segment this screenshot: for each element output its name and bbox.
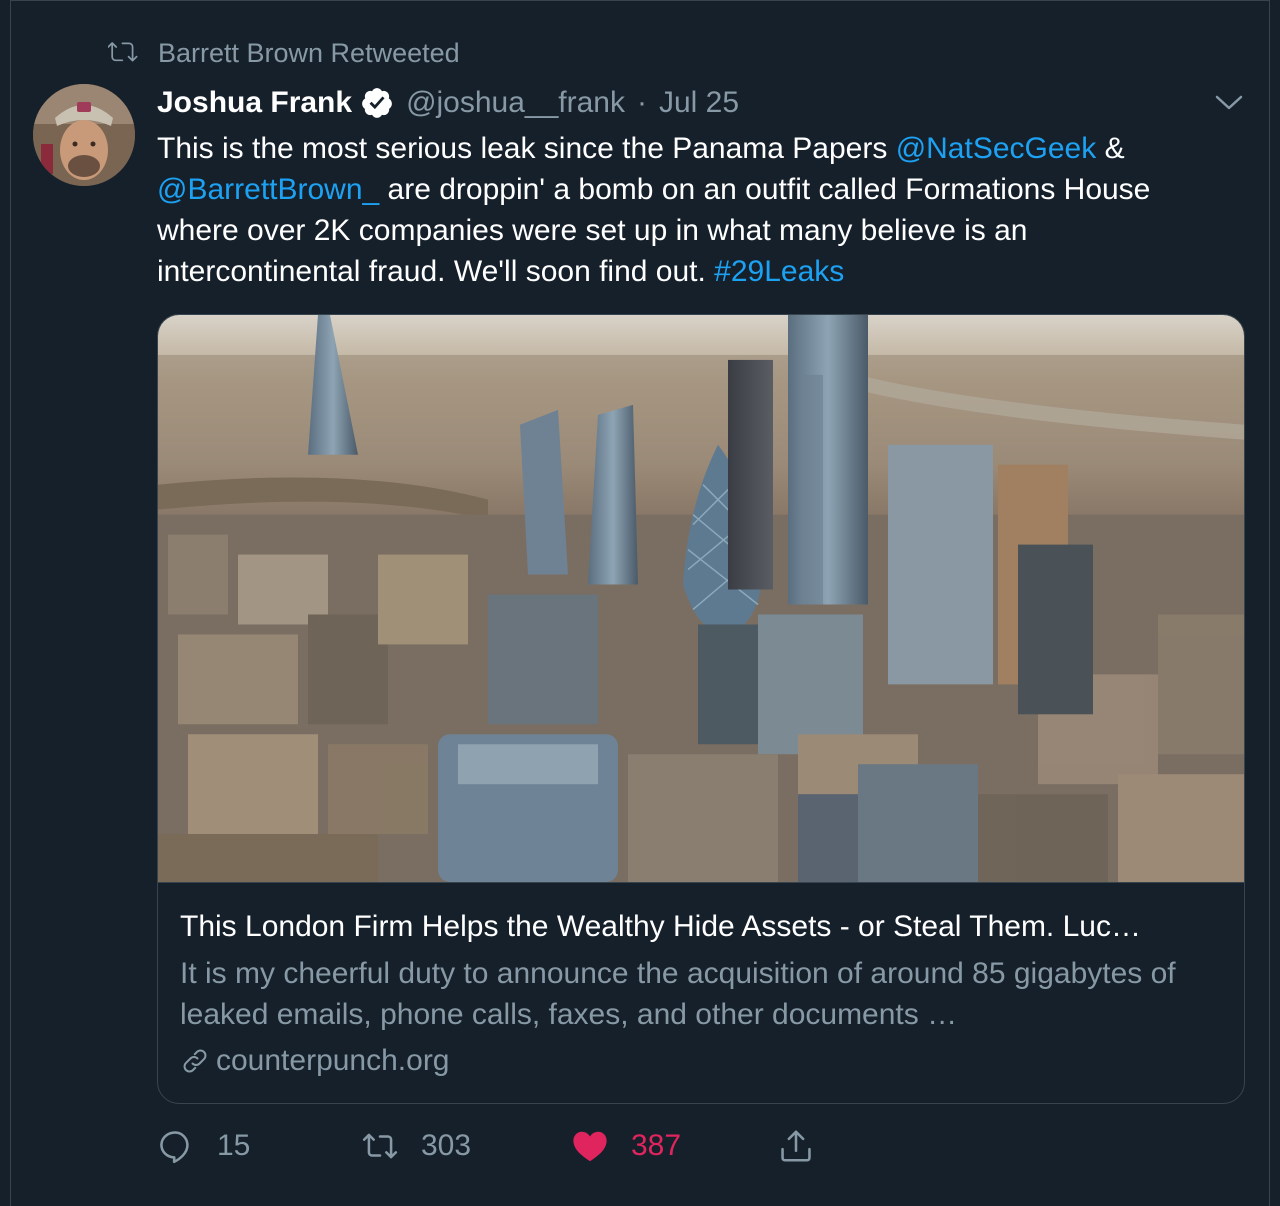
retweet-icon	[108, 42, 138, 62]
avatar[interactable]	[33, 84, 135, 186]
reply-icon	[160, 1131, 189, 1164]
share-button[interactable]	[777, 1124, 815, 1168]
link-card[interactable]: This London Firm Helps the Wealthy Hide …	[157, 314, 1245, 1104]
like-count: 387	[631, 1129, 682, 1162]
verified-badge-icon	[362, 88, 392, 118]
card-description: It is my cheerful duty to announce the a…	[180, 957, 1176, 1031]
share-icon	[781, 1130, 811, 1162]
tweet-header: Joshua Frank @joshua__frank · Jul 25	[157, 82, 739, 124]
retweet-button[interactable]: 303	[361, 1124, 471, 1168]
mention-link[interactable]: @BarrettBrown_	[157, 173, 379, 206]
retweet-context-text[interactable]: Barrett Brown Retweeted	[158, 38, 460, 69]
mention-link[interactable]: @NatSecGeek	[896, 132, 1097, 165]
tweet-date[interactable]: Jul 25	[659, 86, 739, 120]
avatar-image	[33, 84, 135, 186]
tweet-text: This is the most serious leak since the …	[157, 128, 1237, 292]
card-title: This London Firm Helps the Wealthy Hide …	[180, 910, 1141, 943]
card-image	[158, 315, 1244, 883]
retweet-count: 303	[421, 1129, 472, 1162]
card-domain-text: counterpunch.org	[216, 1044, 450, 1077]
tweet-text-part: This is the most serious leak since the …	[157, 132, 896, 165]
retweet-context: Barrett Brown Retweeted	[108, 36, 460, 70]
retweet-icon	[362, 1133, 398, 1159]
header-separator: ·	[636, 86, 647, 119]
reply-button[interactable]: 15	[157, 1124, 250, 1168]
card-domain: counterpunch.org	[180, 1041, 450, 1081]
like-button[interactable]: 387	[571, 1124, 681, 1168]
author-handle[interactable]: @joshua__frank	[406, 86, 625, 120]
link-icon	[183, 1049, 207, 1073]
tweet-text-part: &	[1096, 132, 1125, 165]
reply-count: 15	[217, 1129, 251, 1162]
chevron-down-icon[interactable]	[1212, 90, 1246, 116]
heart-icon	[573, 1131, 607, 1162]
hashtag-link[interactable]: #29Leaks	[714, 255, 844, 288]
author-name[interactable]: Joshua Frank	[157, 86, 352, 120]
